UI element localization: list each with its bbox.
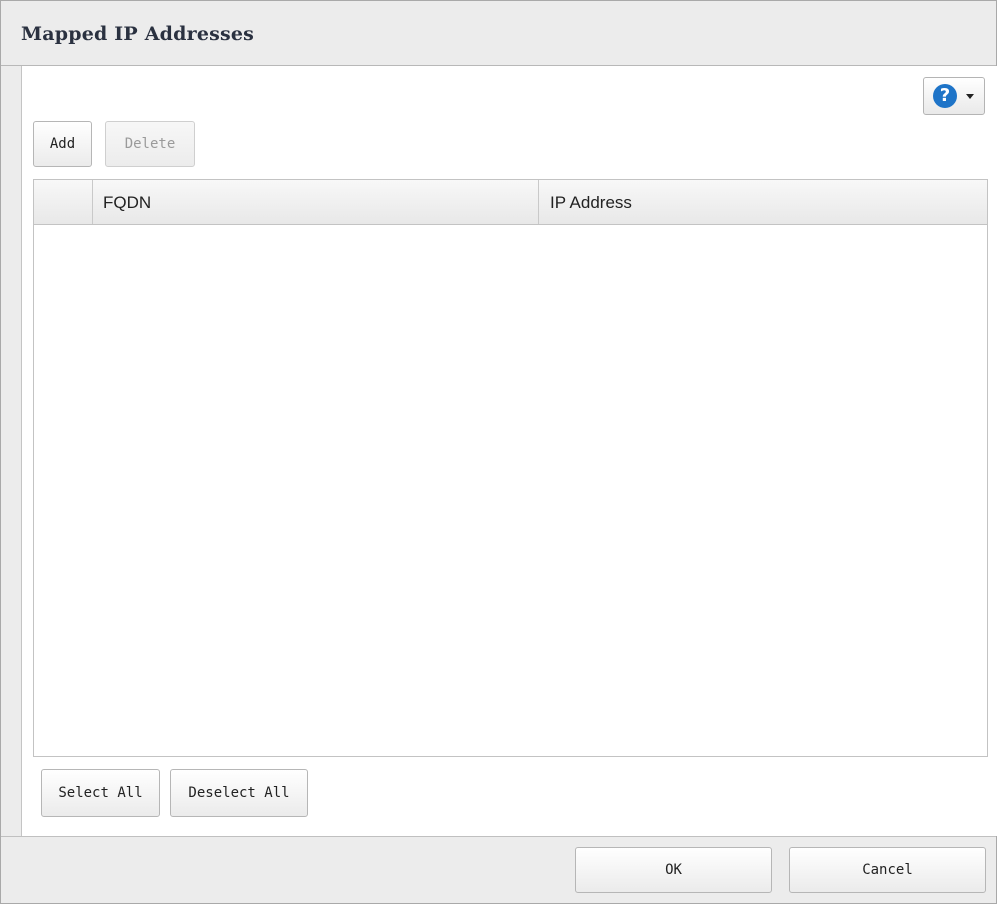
column-header-ip-address[interactable]: IP Address (539, 180, 987, 224)
dialog-title: Mapped IP Addresses (21, 23, 255, 45)
deselect-all-button[interactable]: Deselect All (170, 769, 308, 817)
delete-button[interactable]: Delete (105, 121, 195, 167)
dialog-titlebar: Mapped IP Addresses (1, 1, 996, 66)
select-all-button[interactable]: Select All (41, 769, 160, 817)
table-header: FQDN IP Address (34, 180, 987, 225)
column-header-select[interactable] (34, 180, 93, 224)
question-circle-icon: ? (933, 84, 957, 108)
caret-down-icon (966, 94, 974, 99)
cancel-button[interactable]: Cancel (789, 847, 986, 893)
help-menu-button[interactable]: ? (923, 77, 985, 115)
add-button[interactable]: Add (33, 121, 92, 167)
ok-button[interactable]: OK (575, 847, 772, 893)
column-header-fqdn[interactable]: FQDN (93, 180, 539, 224)
footer-divider (1, 836, 996, 837)
mapped-ip-dialog: Mapped IP Addresses ? Add Delete FQDN IP… (0, 0, 997, 904)
mapped-ip-table: FQDN IP Address (33, 179, 988, 757)
